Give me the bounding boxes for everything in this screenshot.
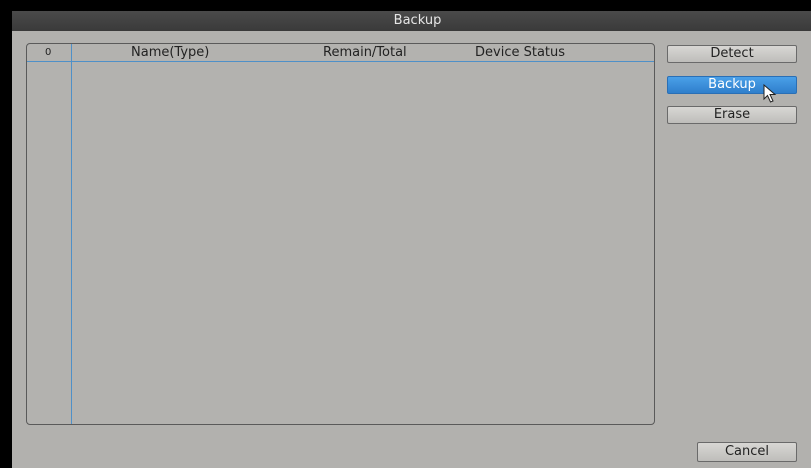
column-header-name-type[interactable]: Name(Type) <box>131 44 209 62</box>
device-list-header: 0 Name(Type) Remain/Total Device Status <box>27 44 654 62</box>
cancel-button[interactable]: Cancel <box>697 442 797 462</box>
column-divider <box>71 44 72 424</box>
device-list[interactable]: 0 Name(Type) Remain/Total Device Status <box>26 43 655 425</box>
column-header-index[interactable]: 0 <box>45 44 51 62</box>
backup-dialog: Backup 0 Name(Type) Remain/Total Device … <box>12 11 811 468</box>
dialog-titlebar: Backup <box>12 11 811 31</box>
detect-button[interactable]: Detect <box>667 45 797 63</box>
mouse-pointer-icon <box>763 84 777 103</box>
column-header-device-status[interactable]: Device Status <box>475 44 565 62</box>
erase-button[interactable]: Erase <box>667 106 797 124</box>
column-header-remain-total[interactable]: Remain/Total <box>323 44 407 62</box>
dialog-title: Backup <box>393 13 442 28</box>
